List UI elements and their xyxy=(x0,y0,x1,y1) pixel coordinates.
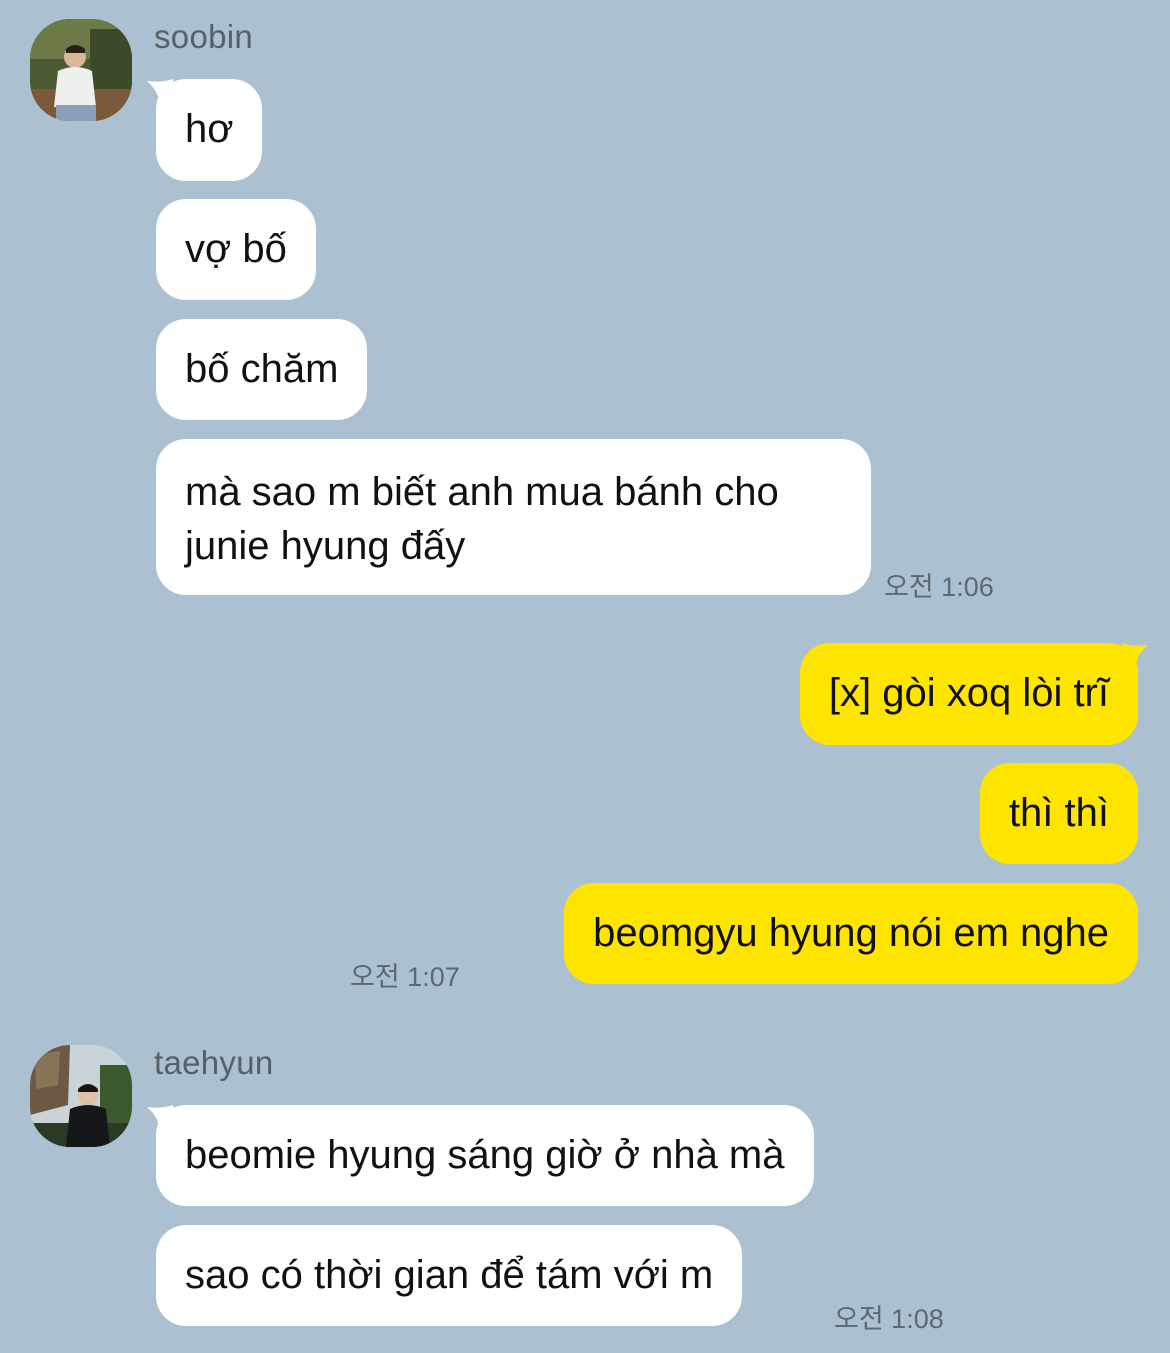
message-bubble[interactable]: vợ bố xyxy=(156,199,316,300)
message-text: [x] gòi xoq lòi trĩ xyxy=(828,671,1109,715)
message-timestamp: 오전 1:08 xyxy=(834,1304,944,1334)
message-bubble[interactable]: beomie hyung sáng giờ ở nhà mà xyxy=(156,1105,814,1206)
message-text: thì thì xyxy=(1008,791,1109,835)
message-text: bố chăm xyxy=(185,347,339,391)
message-bubble[interactable]: beomgyu hyung nói em nghe xyxy=(564,883,1138,984)
message-text: vợ bố xyxy=(185,227,287,271)
message-bubble[interactable]: [x] gòi xoq lòi trĩ xyxy=(799,643,1138,745)
message-bubble[interactable]: sao có thời gian để tám với m xyxy=(156,1225,743,1326)
soobin-avatar[interactable] xyxy=(30,19,132,121)
chat-area[interactable]: soobin hơ vợ bố bố chăm mà sao m biết an… xyxy=(0,0,1170,1353)
message-text: sao có thời gian để tám với m xyxy=(185,1253,714,1297)
sender-name-soobin: soobin xyxy=(154,18,254,55)
message-text: mà sao m biết anh mua bánh cho junie hyu… xyxy=(185,470,779,568)
message-bubble[interactable]: hơ xyxy=(156,79,263,181)
message-text: hơ xyxy=(185,107,234,151)
message-bubble[interactable]: bố chăm xyxy=(156,319,368,420)
message-timestamp: 오전 1:07 xyxy=(350,962,460,992)
sender-name-taehyun: taehyun xyxy=(154,1044,274,1081)
message-text: beomie hyung sáng giờ ở nhà mà xyxy=(185,1133,785,1177)
message-timestamp: 오전 1:06 xyxy=(884,572,994,602)
soobin-avatar-image xyxy=(30,19,132,121)
taehyun-avatar-image xyxy=(30,1045,132,1147)
message-text: beomgyu hyung nói em nghe xyxy=(593,911,1109,955)
message-bubble[interactable]: thì thì xyxy=(979,763,1138,864)
message-bubble[interactable]: mà sao m biết anh mua bánh cho junie hyu… xyxy=(156,439,871,595)
taehyun-avatar[interactable] xyxy=(30,1045,132,1147)
